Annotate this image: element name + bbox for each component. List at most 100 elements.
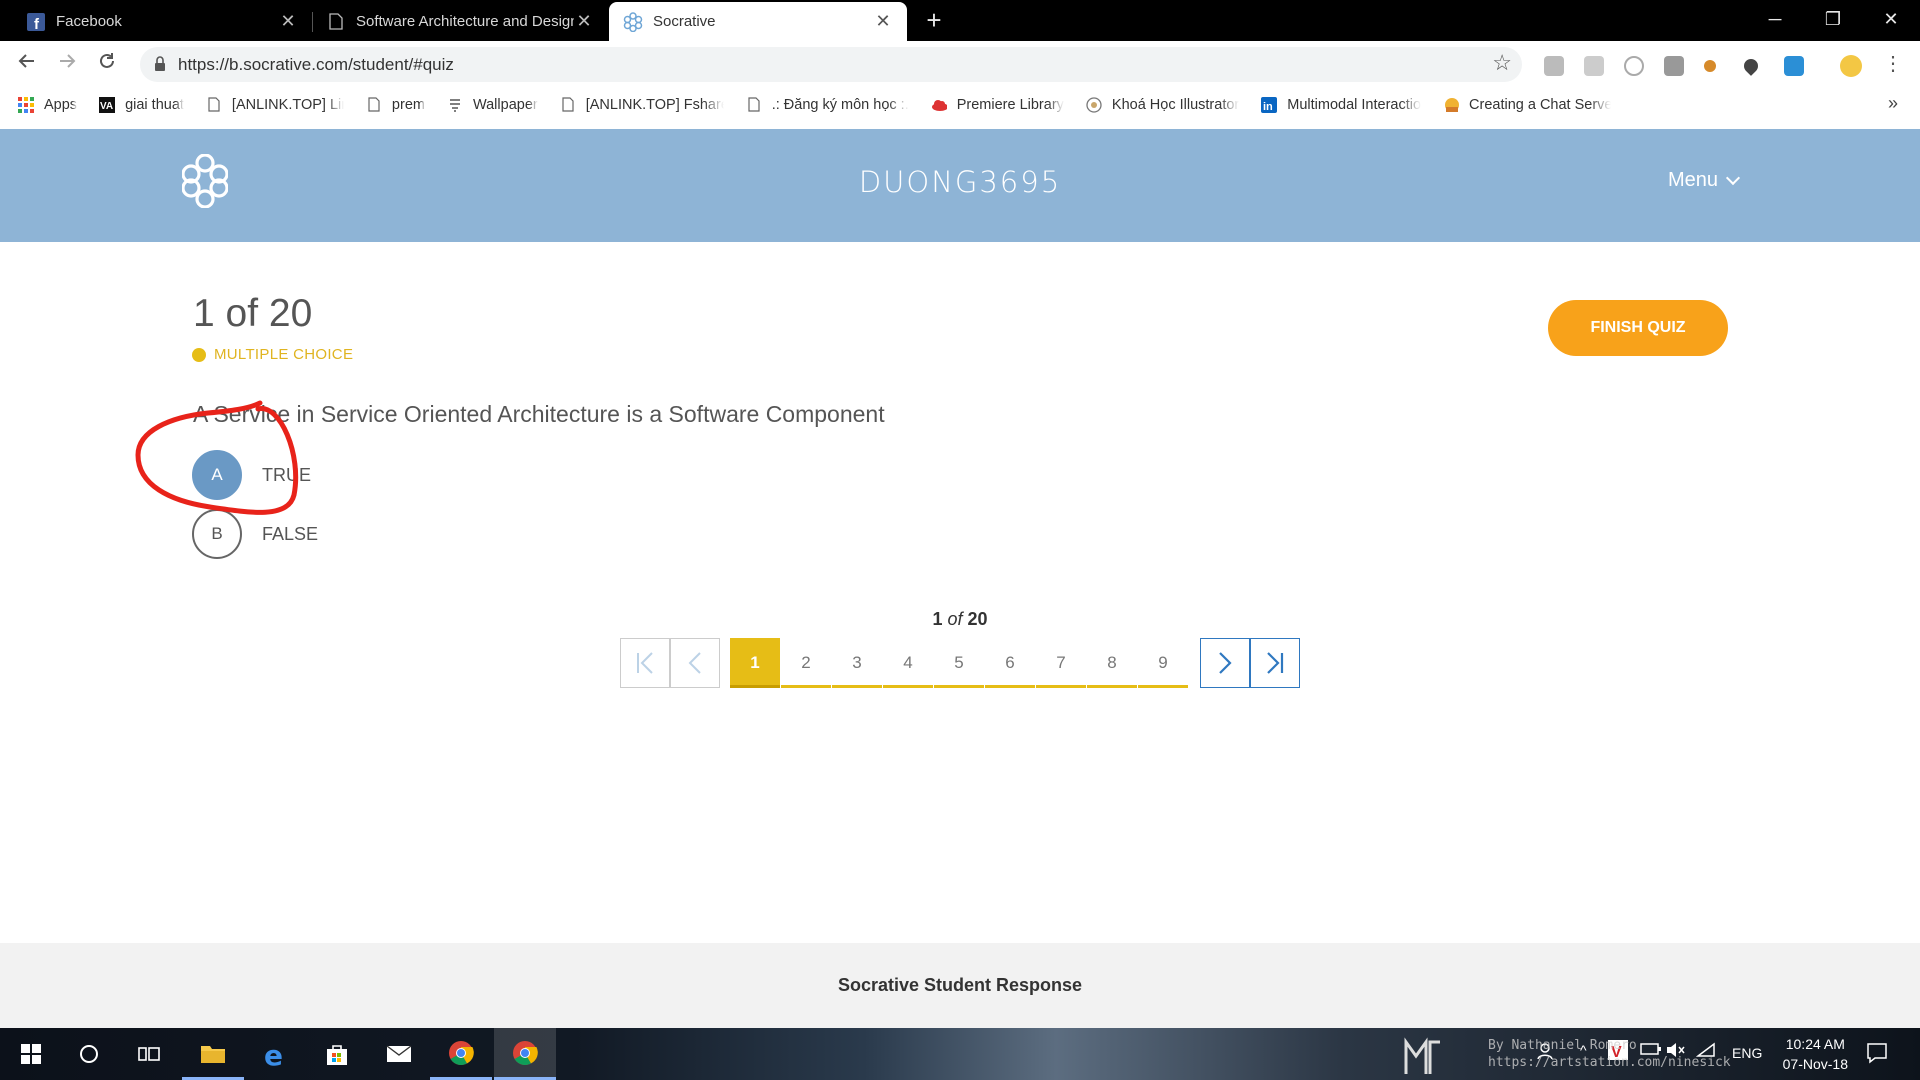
facebook-icon: f (26, 12, 46, 32)
page-current: 1 (932, 609, 943, 629)
search-button[interactable] (58, 1028, 120, 1080)
page-total: 20 (967, 609, 988, 629)
page-icon (560, 97, 576, 113)
tab-strip: f Facebook ✕ Software Architecture and D… (0, 0, 1920, 41)
url-text: https://b.socrative.com/student/#quiz (178, 55, 454, 74)
page-button-9[interactable]: 9 (1138, 638, 1188, 688)
taskbar-chrome-2[interactable] (494, 1028, 556, 1080)
page-button-8[interactable]: 8 (1087, 638, 1137, 688)
bookmark-wallpaper[interactable]: Wallpaper (447, 97, 538, 113)
extension-f-icon[interactable] (1664, 56, 1684, 76)
window-close-button[interactable]: ✕ (1862, 0, 1920, 41)
first-page-button[interactable] (620, 638, 670, 688)
bookmark-multimodal[interactable]: in Multimodal Interactio (1261, 96, 1422, 113)
language-indicator[interactable]: ENG (1732, 1045, 1762, 1061)
system-clock[interactable]: 10:24 AM 07-Nov-18 (1783, 1034, 1848, 1074)
tab-title: Socrative (653, 13, 716, 30)
close-icon[interactable]: ✕ (574, 11, 594, 32)
last-page-button[interactable] (1250, 638, 1300, 688)
bookmark-chat-server[interactable]: Creating a Chat Serve (1443, 97, 1611, 113)
bookmark-label: prem (391, 96, 425, 113)
extension-chat-icon[interactable] (1584, 56, 1604, 76)
bookmark-apps[interactable]: Apps (18, 96, 77, 113)
annotation-circle-icon (135, 400, 299, 515)
finish-quiz-button[interactable]: FINISH QUIZ (1548, 300, 1728, 356)
chrome-icon (449, 1040, 474, 1065)
bookmark-giai-thuat[interactable]: VA giai thuat (99, 96, 184, 113)
bookmark-label: Premiere Library (956, 96, 1064, 113)
taskbar-edge[interactable]: e (244, 1028, 306, 1080)
question-type-dot-icon (192, 347, 206, 362)
back-button[interactable] (10, 48, 44, 82)
extension-cookie-icon[interactable] (1704, 60, 1716, 72)
chrome-icon (513, 1040, 538, 1065)
bookmark-label: Wallpaper (472, 96, 538, 113)
taskbar-file-explorer[interactable] (182, 1028, 244, 1080)
bookmark-anlink-2[interactable]: [ANLINK.TOP] Fshare (560, 97, 724, 113)
profile-avatar[interactable] (1840, 55, 1862, 77)
linkedin-icon: in (1261, 96, 1278, 113)
page-indicator: 1 of 20 (0, 609, 1920, 630)
page-button-1[interactable]: 1 (730, 638, 780, 688)
close-icon[interactable]: ✕ (873, 11, 893, 32)
bookmark-label: Khoá Học Illustrator (1111, 96, 1240, 113)
page-button-7[interactable]: 7 (1036, 638, 1086, 688)
new-tab-button[interactable]: + (918, 6, 950, 36)
page-button-4[interactable]: 4 (883, 638, 933, 688)
extension-circle-icon[interactable] (1624, 56, 1644, 76)
tab-socrative[interactable]: Socrative ✕ (609, 2, 907, 41)
page-button-2[interactable]: 2 (781, 638, 831, 688)
back-arrow-icon (18, 54, 34, 68)
cortana-circle-icon (80, 1045, 98, 1063)
extension-cube-icon[interactable] (1544, 56, 1564, 76)
apps-grid-icon (18, 96, 34, 113)
edge-icon: e (264, 1041, 283, 1067)
page-footer: Socrative Student Response (0, 943, 1920, 1028)
action-center-button[interactable] (1866, 1042, 1888, 1067)
bookmark-star-icon[interactable]: ☆ (1492, 50, 1512, 76)
lock-icon (155, 56, 165, 71)
previous-page-button[interactable] (670, 638, 720, 688)
forward-button[interactable] (50, 48, 84, 82)
bookmark-anlink-1[interactable]: [ANLINK.TOP] Link Pr (206, 97, 344, 113)
next-page-button[interactable] (1200, 638, 1250, 688)
taskbar-chrome-1[interactable] (430, 1028, 492, 1080)
menu-button[interactable]: Menu (1667, 169, 1741, 192)
minimize-button[interactable]: ─ (1746, 0, 1804, 41)
address-bar[interactable]: https://b.socrative.com/student/#quiz ☆ (140, 47, 1522, 82)
page-icon (206, 97, 222, 113)
tab-title: Facebook (56, 13, 122, 30)
close-icon[interactable]: ✕ (278, 11, 298, 32)
bookmarks-bar: Apps VA giai thuat [ANLINK.TOP] Link Pr … (0, 88, 1920, 121)
bookmark-premiere[interactable]: Premiere Library (931, 97, 1064, 113)
page-button-3[interactable]: 3 (832, 638, 882, 688)
last-page-icon (1267, 652, 1284, 674)
reload-icon (100, 53, 114, 68)
start-button[interactable] (0, 1028, 62, 1080)
tab-facebook[interactable]: f Facebook ✕ (12, 2, 312, 41)
avatar-icon (1443, 97, 1460, 113)
bookmark-label: Multimodal Interactio (1287, 96, 1422, 113)
va-logo-icon: VA (99, 96, 116, 113)
watermark-line-2: https://artstation.com/ninesick (1488, 1055, 1731, 1070)
bookmark-prem[interactable]: prem (366, 97, 425, 113)
taskbar-store[interactable] (306, 1028, 368, 1080)
page-button-6[interactable]: 6 (985, 638, 1035, 688)
extension-blue-icon[interactable] (1784, 56, 1804, 76)
page-icon (746, 97, 762, 113)
extension-drop-icon[interactable] (1741, 56, 1761, 76)
chrome-menu-icon[interactable]: ⋮ (1876, 48, 1910, 82)
bookmark-dang-ky[interactable]: .: Đăng ký môn học :. (746, 97, 909, 113)
question-type: MULTIPLE CHOICE (192, 346, 353, 363)
chevron-right-icon (1219, 652, 1232, 674)
taskbar-mail[interactable] (368, 1028, 430, 1080)
page-button-5[interactable]: 5 (934, 638, 984, 688)
bookmark-illustrator[interactable]: Khoá Học Illustrator (1086, 97, 1239, 113)
bookmarks-overflow-button[interactable]: » (1888, 93, 1898, 114)
bookmark-label: [ANLINK.TOP] Fshare (585, 96, 724, 113)
reload-button[interactable] (90, 48, 124, 82)
restore-button[interactable]: ❐ (1804, 0, 1862, 41)
tab-software-architecture[interactable]: Software Architecture and Design ✕ (312, 2, 608, 41)
menu-label: Menu (1667, 169, 1718, 191)
task-view-button[interactable] (118, 1028, 180, 1080)
